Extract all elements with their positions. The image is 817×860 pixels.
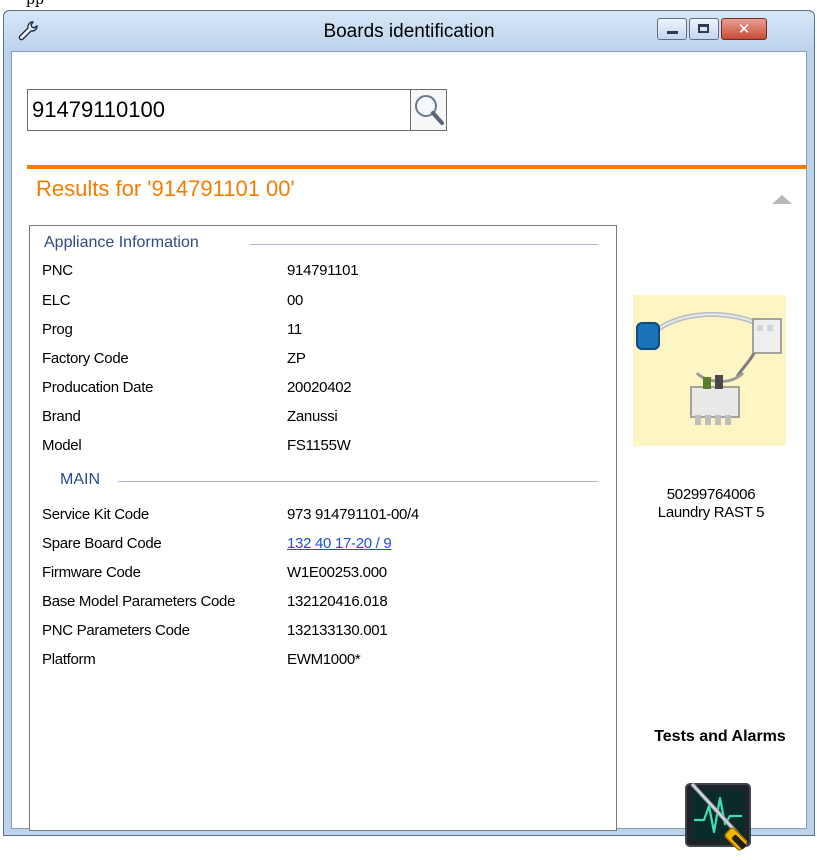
tests-alarms-button[interactable] — [680, 776, 760, 856]
row-label-brand: Brand — [42, 408, 81, 425]
boards-identification-window: Boards identification ✕ Results for '914… — [3, 10, 815, 851]
row-value-pnc: 914791101 — [287, 262, 359, 279]
row-label-elc: ELC — [42, 292, 71, 309]
results-title: Results for '914791101 00' — [36, 176, 295, 201]
row-label-model: Model — [42, 437, 82, 454]
accent-divider — [27, 165, 807, 169]
row-label-spare-board-code: Spare Board Code — [42, 535, 162, 552]
row-label-factory-code: Factory Code — [42, 350, 129, 367]
search-box — [27, 89, 447, 131]
row-label-platform: Platform — [42, 651, 96, 668]
row-label-firmware-code: Firmware Code — [42, 564, 141, 581]
group-header-main: MAIN — [60, 471, 100, 488]
title-bar[interactable]: Boards identification ✕ — [4, 11, 814, 51]
row-value-model: FS1155W — [287, 437, 351, 454]
search-icon — [415, 95, 444, 125]
board-code: 50299764006 — [666, 486, 756, 503]
minimize-button[interactable] — [657, 18, 687, 40]
group-divider — [250, 244, 598, 245]
search-button[interactable] — [410, 90, 446, 130]
tests-alarms-icon — [685, 782, 751, 851]
row-value-factory-code: ZP — [287, 350, 306, 367]
board-name: Laundry RAST 5 — [657, 504, 765, 521]
group-header-appliance-information: Appliance Information — [44, 234, 199, 251]
window-content: Results for '914791101 00' Appliance Inf… — [11, 51, 807, 851]
row-label-base-model-parameters-code: Base Model Parameters Code — [42, 593, 236, 610]
row-value-base-model-parameters-code: 132120416.018 — [287, 593, 388, 610]
board-cable-icon — [636, 311, 782, 425]
info-panel: Appliance Information PNC 914791101 ELC … — [29, 225, 617, 831]
maximize-icon — [698, 24, 709, 33]
row-label-pnc-parameters-code: PNC Parameters Code — [42, 622, 190, 639]
minimize-icon — [667, 31, 678, 34]
row-label-production-date: Producation Date — [42, 379, 154, 396]
row-label-prog: Prog — [42, 321, 73, 338]
row-value-service-kit-code: 973 914791101-00/4 — [287, 506, 419, 523]
collapse-arrow-icon[interactable] — [772, 195, 792, 204]
row-value-production-date: 20020402 — [287, 379, 352, 396]
board-caption: 50299764006 Laundry RAST 5 — [626, 486, 796, 522]
row-value-prog: 11 — [287, 321, 302, 338]
group-divider — [118, 481, 598, 482]
close-button[interactable]: ✕ — [721, 18, 767, 40]
row-label-pnc: PNC — [42, 262, 73, 279]
spare-board-code-link[interactable]: 132 40 17-20 / 9 — [287, 535, 392, 552]
close-icon: ✕ — [737, 20, 751, 38]
board-image — [633, 295, 786, 446]
row-value-platform: EWM1000* — [287, 651, 361, 668]
background-text-label: pp — [26, 0, 44, 8]
search-input[interactable] — [32, 94, 408, 126]
row-label-service-kit-code: Service Kit Code — [42, 506, 149, 523]
tests-and-alarms-label: Tests and Alarms — [654, 728, 786, 745]
maximize-button[interactable] — [689, 18, 719, 40]
row-value-elc: 00 — [287, 292, 304, 309]
row-value-brand: Zanussi — [287, 408, 338, 425]
row-value-pnc-parameters-code: 132133130.001 — [287, 622, 388, 639]
row-value-firmware-code: W1E00253.000 — [287, 564, 387, 581]
